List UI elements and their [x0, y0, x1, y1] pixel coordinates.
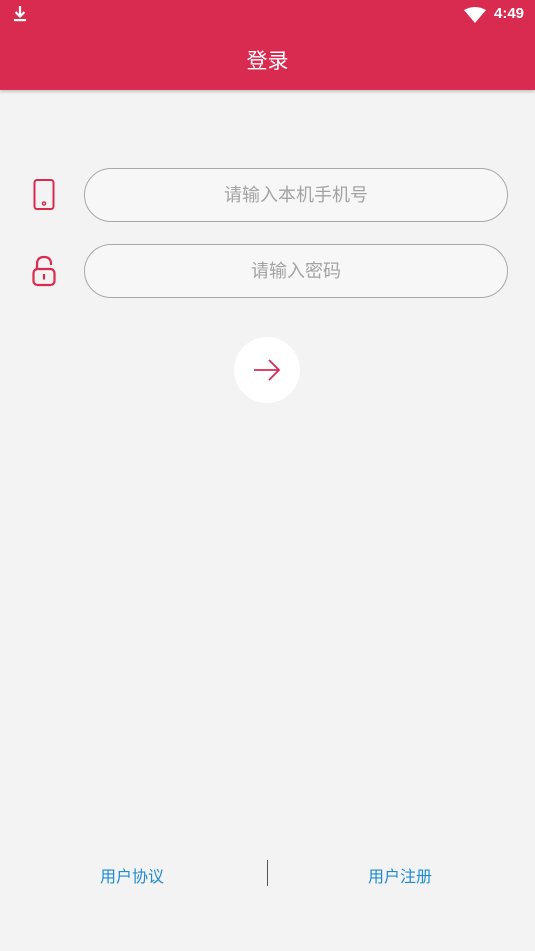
footer-divider [267, 860, 268, 886]
password-field [84, 244, 508, 298]
lock-icon [32, 255, 56, 287]
password-input[interactable] [85, 245, 507, 297]
wifi-icon [464, 7, 486, 23]
status-bar: 4:49 [0, 0, 535, 28]
phone-row [0, 168, 535, 222]
status-time: 4:49 [494, 5, 525, 22]
footer: 用户协议 用户注册 [0, 857, 535, 891]
user-agreement-link[interactable]: 用户协议 [100, 863, 164, 887]
login-submit-button[interactable] [234, 337, 300, 403]
password-row [0, 244, 535, 298]
download-icon [14, 6, 26, 22]
app-bar: 登录 [0, 28, 535, 90]
phone-input[interactable] [85, 169, 507, 221]
user-register-link[interactable]: 用户注册 [368, 863, 432, 887]
phone-icon [33, 179, 55, 210]
arrow-right-icon [254, 359, 281, 381]
page-title: 登录 [246, 49, 289, 73]
phone-field [84, 168, 508, 222]
